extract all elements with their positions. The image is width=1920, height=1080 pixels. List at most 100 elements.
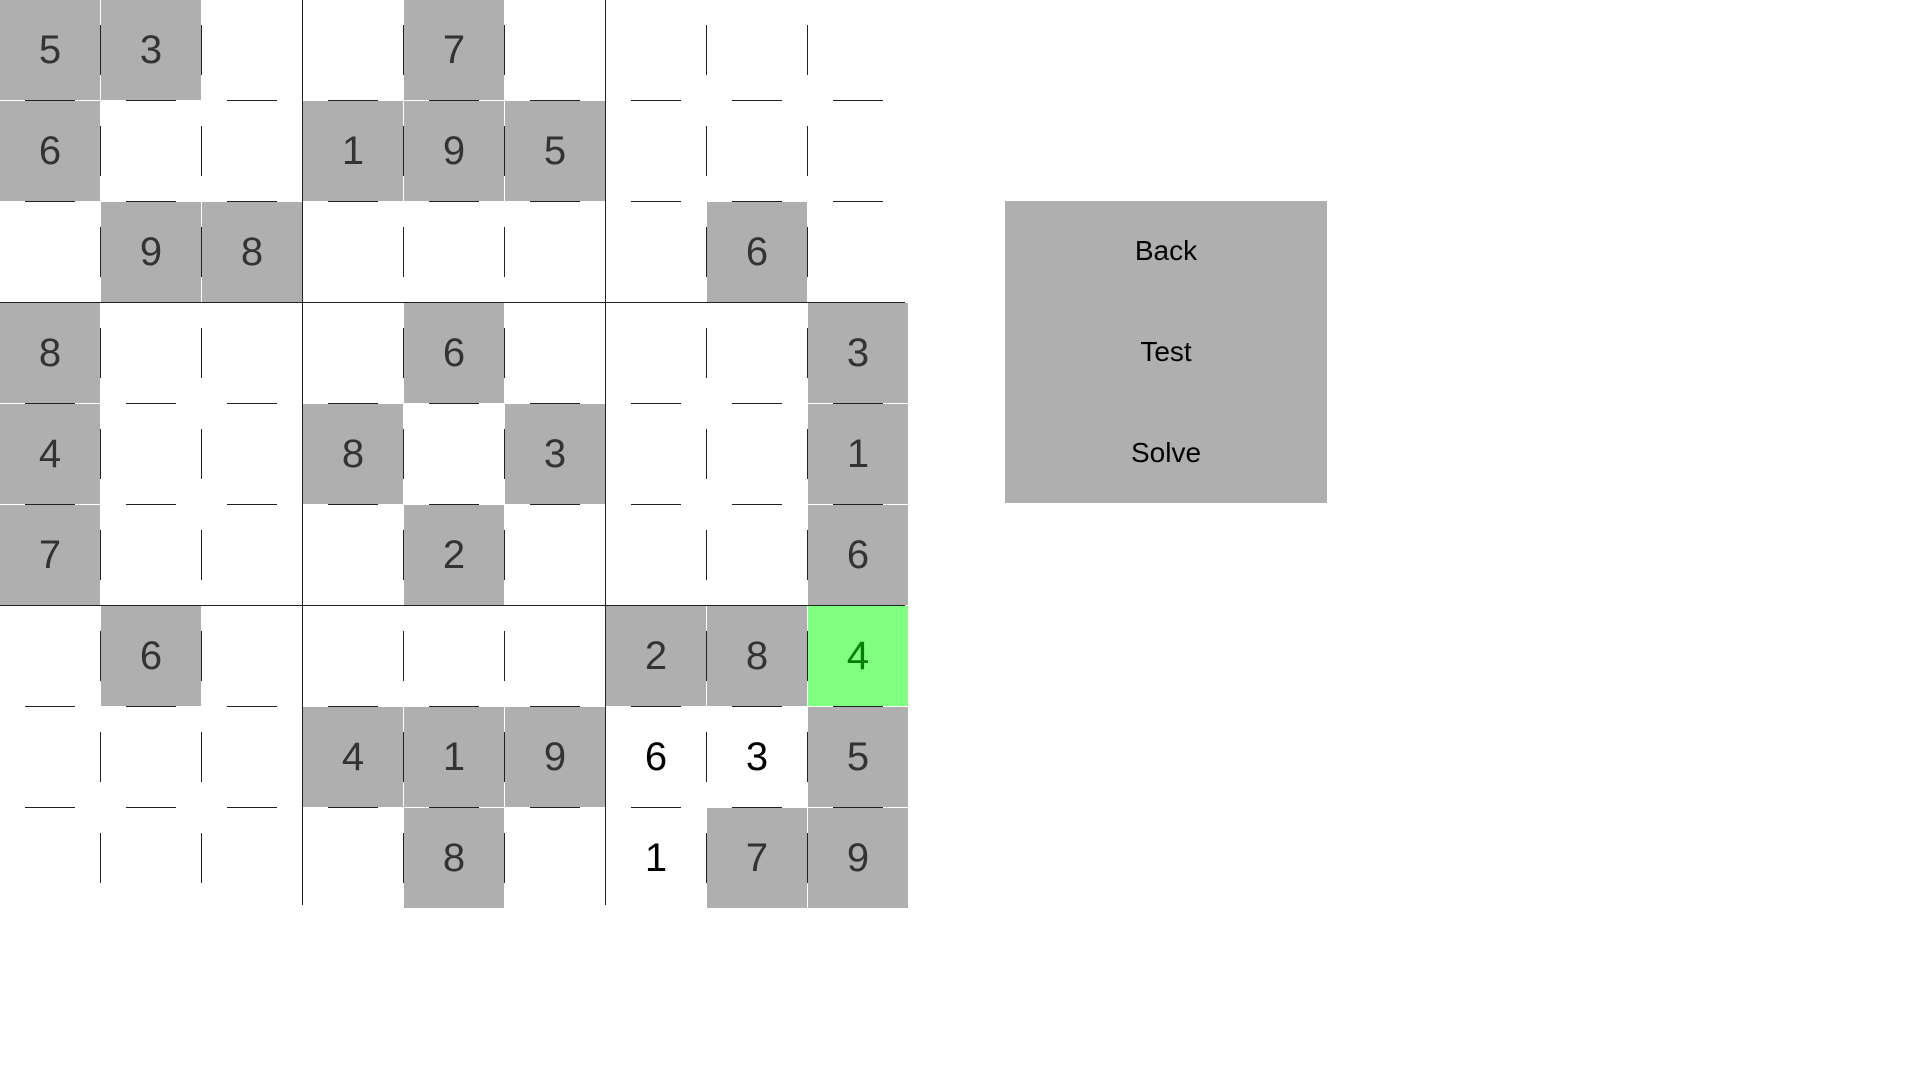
cell-divider [100,833,101,883]
sudoku-cell-r5c9[interactable]: 1 [808,404,908,504]
cell-divider [25,100,75,101]
sudoku-cell-r2c8[interactable] [707,101,807,201]
sudoku-cell-r9c2[interactable] [101,808,201,908]
cell-divider [833,504,883,505]
box-divider-vertical [605,0,606,905]
sudoku-cell-r9c3[interactable] [202,808,302,908]
cell-divider [328,403,378,404]
sudoku-cell-r3c7[interactable] [606,202,706,302]
sudoku-cell-r2c2[interactable] [101,101,201,201]
sudoku-cell-r3c3[interactable]: 8 [202,202,302,302]
sudoku-cell-r8c5[interactable]: 1 [404,707,504,807]
sudoku-cell-r8c3[interactable] [202,707,302,807]
sudoku-cell-r9c6[interactable] [505,808,605,908]
sudoku-cell-r7c5[interactable] [404,606,504,706]
sudoku-cell-r1c7[interactable] [606,0,706,100]
sudoku-cell-r3c9[interactable] [808,202,908,302]
sudoku-cell-r2c1[interactable]: 6 [0,101,100,201]
sudoku-cell-r2c9[interactable] [808,101,908,201]
sudoku-cell-r8c4[interactable]: 4 [303,707,403,807]
sudoku-cell-r1c3[interactable] [202,0,302,100]
sudoku-cell-r6c7[interactable] [606,505,706,605]
cell-divider [530,504,580,505]
sudoku-cell-r6c5[interactable]: 2 [404,505,504,605]
sudoku-cell-r1c2[interactable]: 3 [101,0,201,100]
sudoku-cell-r8c6[interactable]: 9 [505,707,605,807]
sudoku-cell-r8c9[interactable]: 5 [808,707,908,807]
sudoku-cell-r7c3[interactable] [202,606,302,706]
sudoku-cell-r4c5[interactable]: 6 [404,303,504,403]
sudoku-cell-r4c8[interactable] [707,303,807,403]
sudoku-cell-r5c4[interactable]: 8 [303,404,403,504]
sudoku-cell-r3c2[interactable]: 9 [101,202,201,302]
cell-divider [833,403,883,404]
sudoku-cell-r9c1[interactable] [0,808,100,908]
sudoku-cell-r6c3[interactable] [202,505,302,605]
sudoku-cell-r5c2[interactable] [101,404,201,504]
sudoku-board: 5376195986863483172662844196358179 [0,0,908,908]
sudoku-cell-r5c1[interactable]: 4 [0,404,100,504]
cell-divider [429,504,479,505]
sudoku-cell-r5c3[interactable] [202,404,302,504]
cell-divider [807,732,808,782]
cell-divider [201,25,202,75]
sudoku-cell-r3c1[interactable] [0,202,100,302]
sudoku-cell-r9c8[interactable]: 7 [707,808,807,908]
sudoku-cell-r7c8[interactable]: 8 [707,606,807,706]
sudoku-cell-r6c2[interactable] [101,505,201,605]
cell-divider [25,201,75,202]
sudoku-cell-r7c9[interactable]: 4 [808,606,908,706]
sudoku-cell-r2c3[interactable] [202,101,302,201]
sudoku-cell-r4c3[interactable] [202,303,302,403]
sudoku-cell-r1c9[interactable] [808,0,908,100]
sudoku-cell-r2c7[interactable] [606,101,706,201]
sudoku-cell-r3c4[interactable] [303,202,403,302]
sudoku-cell-r9c4[interactable] [303,808,403,908]
sudoku-cell-r5c5[interactable] [404,404,504,504]
sudoku-cell-r5c7[interactable] [606,404,706,504]
sudoku-cell-r1c1[interactable]: 5 [0,0,100,100]
cell-divider [833,807,883,808]
sudoku-cell-r4c4[interactable] [303,303,403,403]
sudoku-cell-r9c5[interactable]: 8 [404,808,504,908]
sudoku-cell-r5c6[interactable]: 3 [505,404,605,504]
sudoku-cell-r1c8[interactable] [707,0,807,100]
sudoku-cell-r6c9[interactable]: 6 [808,505,908,605]
cell-divider [504,732,505,782]
sudoku-cell-r4c9[interactable]: 3 [808,303,908,403]
sudoku-cell-r7c2[interactable]: 6 [101,606,201,706]
test-button[interactable]: Test [1005,302,1327,403]
sudoku-cell-r1c4[interactable] [303,0,403,100]
sudoku-cell-r6c8[interactable] [707,505,807,605]
sudoku-cell-r6c6[interactable] [505,505,605,605]
cell-divider [328,706,378,707]
sudoku-cell-r8c1[interactable] [0,707,100,807]
sudoku-cell-r9c7[interactable]: 1 [606,808,706,908]
cell-divider [530,403,580,404]
solve-button[interactable]: Solve [1005,402,1327,503]
sudoku-cell-r8c8[interactable]: 3 [707,707,807,807]
sudoku-cell-r1c6[interactable] [505,0,605,100]
sudoku-cell-r5c8[interactable] [707,404,807,504]
sudoku-cell-r4c2[interactable] [101,303,201,403]
sudoku-cell-r3c5[interactable] [404,202,504,302]
sudoku-cell-r7c1[interactable] [0,606,100,706]
sudoku-cell-r6c4[interactable] [303,505,403,605]
sudoku-cell-r2c6[interactable]: 5 [505,101,605,201]
sudoku-cell-r1c5[interactable]: 7 [404,0,504,100]
sudoku-cell-r2c5[interactable]: 9 [404,101,504,201]
sudoku-cell-r2c4[interactable]: 1 [303,101,403,201]
sudoku-cell-r7c6[interactable] [505,606,605,706]
sudoku-cell-r4c6[interactable] [505,303,605,403]
sudoku-cell-r6c1[interactable]: 7 [0,505,100,605]
sudoku-cell-r3c6[interactable] [505,202,605,302]
sudoku-cell-r8c7[interactable]: 6 [606,707,706,807]
sudoku-cell-r7c7[interactable]: 2 [606,606,706,706]
back-button[interactable]: Back [1005,201,1327,302]
sudoku-cell-r4c7[interactable] [606,303,706,403]
sudoku-cell-r7c4[interactable] [303,606,403,706]
sudoku-cell-r8c2[interactable] [101,707,201,807]
sudoku-cell-r9c9[interactable]: 9 [808,808,908,908]
sudoku-cell-r4c1[interactable]: 8 [0,303,100,403]
sudoku-cell-r3c8[interactable]: 6 [707,202,807,302]
